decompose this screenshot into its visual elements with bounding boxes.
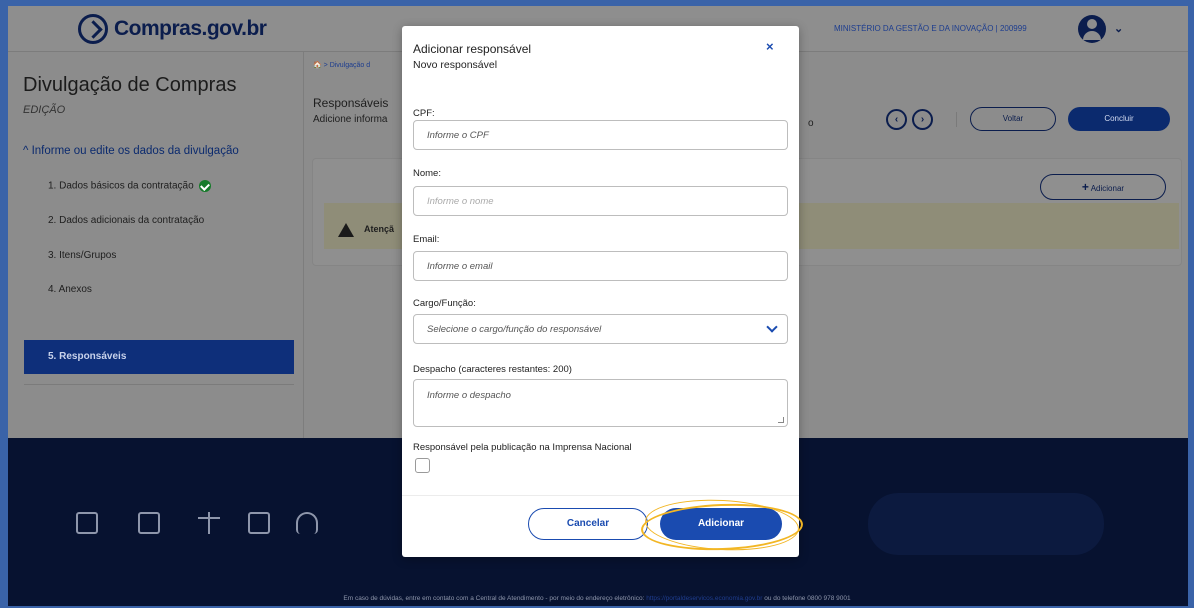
add-responsavel-modal: Adicionar responsável Novo responsável ×… xyxy=(402,26,799,557)
nome-input[interactable]: Informe o nome xyxy=(413,186,788,216)
footer-phone: ou do telefone 0800 978 9001 xyxy=(764,595,851,602)
cargo-select[interactable]: Selecione o cargo/função do responsável xyxy=(413,314,788,344)
chevron-down-icon[interactable]: ⌄ xyxy=(1114,22,1123,35)
video-icon[interactable] xyxy=(138,512,160,534)
divider xyxy=(402,495,799,496)
concluir-button[interactable]: Concluir xyxy=(1068,107,1170,131)
sidebar-item-itens-grupos[interactable]: 3. Itens/Grupos xyxy=(48,250,116,261)
compras-logo[interactable]: Compras.gov.br xyxy=(78,14,267,44)
sidebar-item-label: 5. Responsáveis xyxy=(48,351,127,362)
warning-text: Atençã xyxy=(364,224,395,234)
chevron-down-icon xyxy=(766,321,778,333)
page-title: Divulgação de Compras xyxy=(23,74,237,96)
footer-badge xyxy=(868,493,1104,555)
despacho-placeholder: Informe o despacho xyxy=(427,390,511,401)
resize-handle-icon[interactable] xyxy=(778,417,784,423)
sidebar-item-dados-basicos[interactable]: 1. Dados básicos da contratação xyxy=(48,180,212,192)
headset-icon[interactable] xyxy=(296,512,318,534)
scale-icon[interactable] xyxy=(198,512,220,534)
sidebar-item-label: 2. Dados adicionais da contratação xyxy=(48,215,205,226)
plus-icon: + xyxy=(1081,180,1089,194)
section-subtitle-tail: o xyxy=(808,118,814,129)
sidebar-item-label: 1. Dados básicos da contratação xyxy=(48,180,194,192)
modal-subtitle: Novo responsável xyxy=(413,59,498,71)
add-label: Adicionar xyxy=(1090,184,1125,193)
cancel-button[interactable]: Cancelar xyxy=(528,508,648,540)
cpf-input[interactable]: Informe o CPF xyxy=(413,120,788,150)
section-subtitle: Adicione informa xyxy=(313,114,388,125)
sidebar-item-dados-adicionais[interactable]: 2. Dados adicionais da contratação xyxy=(48,215,204,226)
logo-text: Compras.gov.br xyxy=(114,17,267,40)
imprensa-label: Responsável pela publicação na Imprensa … xyxy=(413,442,632,453)
email-input[interactable]: Informe o email xyxy=(413,251,788,281)
email-label: Email: xyxy=(413,234,440,245)
section-title: Responsáveis xyxy=(313,96,389,110)
cargo-label: Cargo/Função: xyxy=(413,298,476,309)
sidebar-item-responsaveis[interactable]: 5. Responsáveis xyxy=(24,340,294,374)
check-circle-icon xyxy=(199,180,212,192)
nome-label: Nome: xyxy=(413,168,441,179)
footer-link[interactable]: https://portaldeservicos.economia.gov.br xyxy=(646,595,762,602)
cargo-placeholder: Selecione o cargo/função do responsável xyxy=(427,323,602,335)
next-button[interactable]: › xyxy=(912,109,933,130)
sidebar-item-label: 4. Anexos xyxy=(48,284,92,295)
user-avatar-icon[interactable] xyxy=(1078,15,1106,43)
imprensa-checkbox[interactable] xyxy=(415,458,430,473)
newspaper-icon[interactable] xyxy=(76,512,98,534)
close-icon[interactable]: × xyxy=(766,39,774,54)
add-responsavel-button[interactable]: + Adicionar xyxy=(1040,174,1166,200)
warning-icon xyxy=(338,223,354,237)
breadcrumb[interactable]: 🏠 > Divulgação d xyxy=(313,61,370,69)
despacho-label: Despacho (caracteres restantes: 200) xyxy=(413,364,572,375)
prev-button[interactable]: ‹ xyxy=(886,109,907,130)
footer-text: Em caso de dúvidas, entre em contato com… xyxy=(343,595,645,602)
sidebar: Divulgação de Compras EDIÇÃO ^ Informe o… xyxy=(8,52,304,438)
compras-logo-icon xyxy=(78,14,108,44)
voltar-button[interactable]: Voltar xyxy=(970,107,1056,131)
ministry-label[interactable]: MINISTÉRIO DA GESTÃO E DA INOVAÇÃO | 200… xyxy=(834,24,1027,33)
divider xyxy=(24,384,294,385)
divider xyxy=(956,112,957,127)
page-mode: EDIÇÃO xyxy=(23,104,66,116)
id-card-icon[interactable] xyxy=(248,512,270,534)
despacho-textarea[interactable]: Informe o despacho xyxy=(413,379,788,427)
modal-title: Adicionar responsável xyxy=(413,42,532,56)
sidebar-section-toggle[interactable]: ^ Informe ou edite os dados da divulgaçã… xyxy=(23,145,239,157)
cpf-label: CPF: xyxy=(413,108,435,119)
footer-contact: Em caso de dúvidas, entre em contato com… xyxy=(0,595,1194,602)
sidebar-item-anexos[interactable]: 4. Anexos xyxy=(48,284,92,295)
sidebar-item-label: 3. Itens/Grupos xyxy=(48,250,117,261)
